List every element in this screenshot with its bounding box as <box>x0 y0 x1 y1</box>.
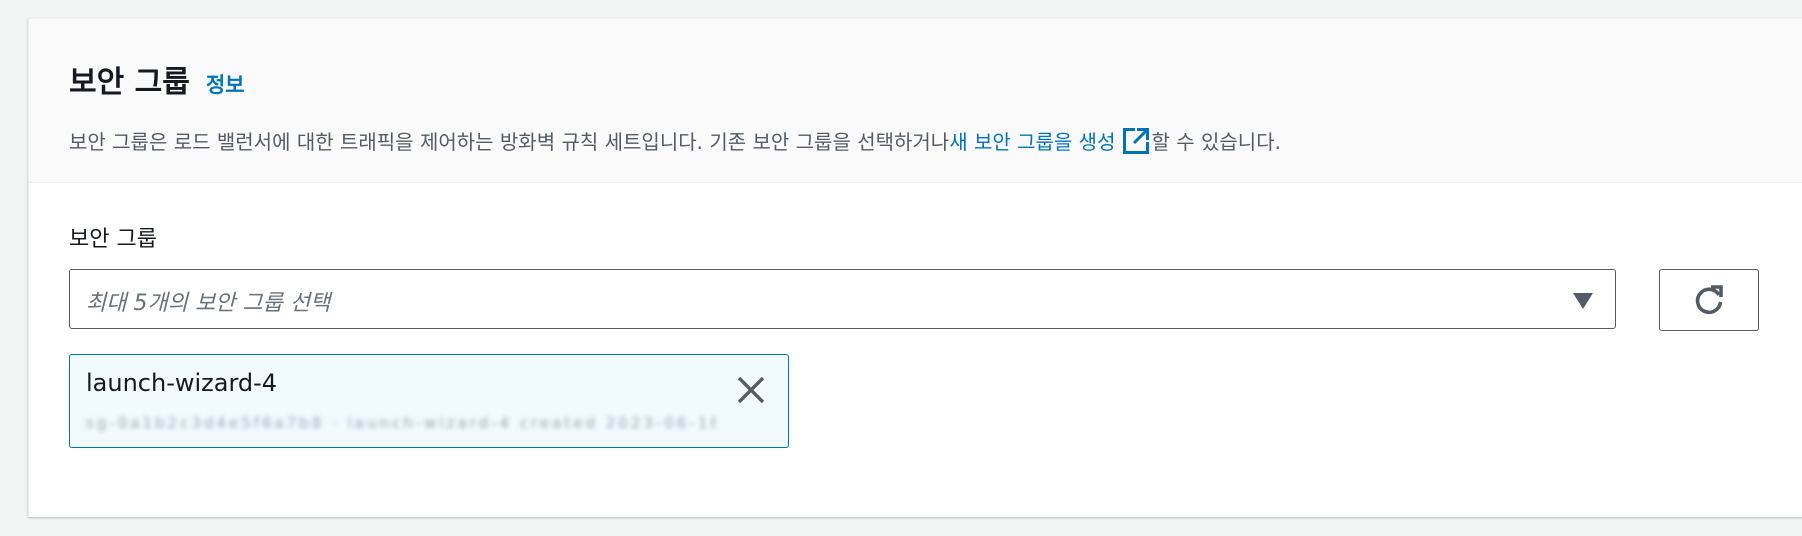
create-security-group-link-label[interactable]: 새 보안 그룹을 생성 <box>949 126 1115 155</box>
security-group-field-label: 보안 그룹 <box>69 227 157 252</box>
refresh-button[interactable] <box>1659 269 1759 331</box>
token-description: sg-0a1b2c3d4e5f6a7b8 · launch-wizard-4 c… <box>86 415 716 431</box>
section-title: 보안 그룹 <box>69 65 190 100</box>
token-name: launch-wizard-4 <box>86 369 278 397</box>
selected-security-group-token: launch-wizard-4 sg-0a1b2c3d4e5f6a7b8 · l… <box>69 354 789 448</box>
description-text-before: 보안 그룹은 로드 밸런서에 대한 트래픽을 제어하는 방화벽 규칙 세트입니다… <box>69 130 950 154</box>
security-groups-container: 보안 그룹 정보 보안 그룹은 로드 밸런서에 대한 트래픽을 제어하는 방화벽… <box>28 18 1802 517</box>
security-group-select[interactable]: 최대 5개의 보안 그룹 선택 <box>69 269 1616 329</box>
close-icon[interactable] <box>734 373 768 407</box>
select-placeholder: 최대 5개의 보안 그룹 선택 <box>86 291 331 316</box>
security-groups-header: 보안 그룹 정보 보안 그룹은 로드 밸런서에 대한 트래픽을 제어하는 방화벽… <box>29 19 1802 183</box>
description-text-after: 할 수 있습니다. <box>1151 130 1281 154</box>
create-security-group-link[interactable]: 새 보안 그룹을 생성 <box>949 126 1151 155</box>
refresh-icon <box>1695 285 1723 315</box>
external-link-icon[interactable] <box>1122 126 1151 155</box>
info-link[interactable]: 정보 <box>206 69 245 99</box>
section-description: 보안 그룹은 로드 밸런서에 대한 트래픽을 제어하는 방화벽 규칙 세트입니다… <box>69 126 1281 155</box>
caret-down-icon <box>1573 293 1593 309</box>
header-title-row: 보안 그룹 정보 <box>69 57 245 101</box>
